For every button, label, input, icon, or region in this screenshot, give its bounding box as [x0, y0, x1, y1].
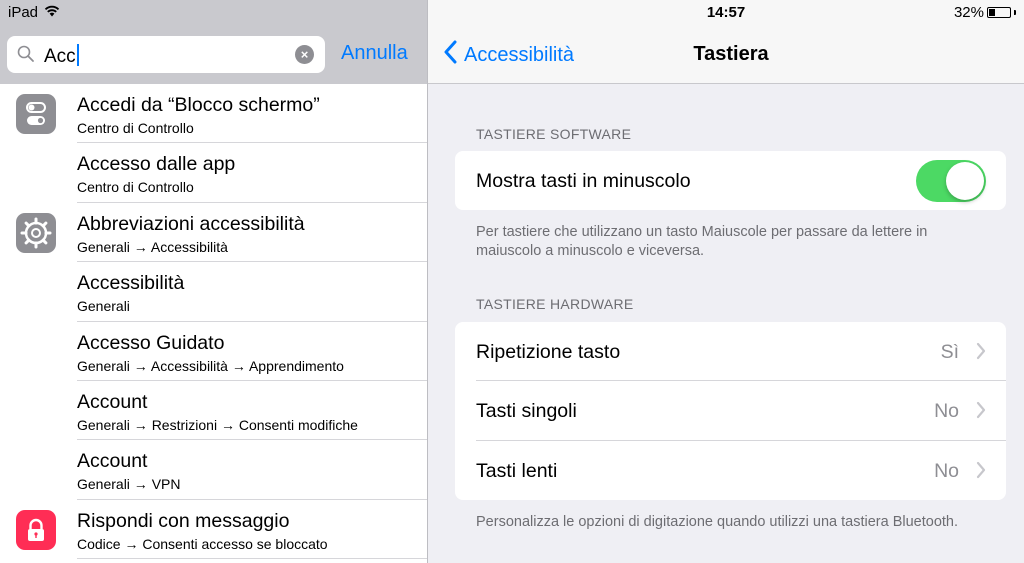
cell-label: Tasti lenti [476, 459, 558, 482]
section-header-software: TASTIERE SOFTWARE [476, 126, 632, 142]
result-row-2[interactable]: Accesso dalle app Centro di Controllo [0, 143, 427, 203]
search-input[interactable]: Acc [44, 46, 76, 67]
result-title: Accesso Guidato [77, 331, 225, 354]
cell-value: Sì [940, 341, 959, 363]
search-results-pane: iPad Acc × Annulla Accedi da “Blocco sch [0, 0, 427, 563]
text-caret [76, 44, 79, 66]
cell-value: No [934, 400, 959, 423]
cancel-button[interactable]: Annulla [341, 42, 408, 65]
result-row-4[interactable]: Accessibilità Generali [0, 262, 427, 322]
lowercase-keys-toggle[interactable] [916, 160, 986, 202]
battery-icon [987, 7, 1011, 18]
slow-keys-cell[interactable]: Tasti lenti No [455, 441, 1006, 500]
hardware-keyboard-group: Ripetizione tasto Sì Tasti singoli No Ta… [455, 322, 1006, 500]
clear-search-button[interactable]: × [295, 45, 314, 64]
result-title: Accessibilità [77, 272, 185, 295]
passcode-lock-icon [16, 509, 56, 550]
lowercase-keys-cell: Mostra tasti in minuscolo [455, 151, 1006, 210]
navigation-bar: 14:57 32% Accessibilità Tastiera [428, 0, 1024, 84]
chevron-right-icon [976, 401, 986, 424]
settings-gear-icon [16, 212, 56, 253]
control-center-icon [16, 94, 56, 134]
result-subtitle: Generali → Accessibilità → Apprendimento [77, 357, 344, 374]
chevron-right-icon [976, 342, 986, 365]
sticky-keys-cell[interactable]: Tasti singoli No [455, 381, 1006, 441]
status-time: 14:57 [706, 4, 746, 21]
result-row-6[interactable]: Account Generali → Restrizioni → Consent… [0, 381, 427, 441]
battery-indicator: 32% [954, 4, 1016, 21]
result-subtitle: Generali → Restrizioni → Consenti modifi… [77, 416, 358, 433]
status-bar-left: iPad [8, 4, 60, 21]
page-title: Tastiera [693, 43, 769, 65]
battery-percent: 32% [953, 4, 984, 21]
device-name: iPad [8, 4, 39, 21]
result-row-8[interactable]: Rispondi con messaggio Codice → Consenti… [0, 500, 427, 560]
search-field[interactable]: Acc × [7, 36, 325, 73]
settings-detail-pane: 14:57 32% Accessibilità Tastiera TASTIER… [428, 0, 1024, 563]
result-subtitle: Centro di Controllo [77, 179, 194, 196]
search-icon [17, 45, 35, 68]
result-row-7[interactable]: Account Generali → VPN [0, 440, 427, 500]
result-subtitle: Generali → VPN [77, 476, 181, 493]
result-subtitle: Centro di Controllo [77, 120, 194, 136]
cell-label: Mostra tasti in minuscolo [476, 170, 691, 192]
result-row-3[interactable]: Abbreviazioni accessibilità Generali → A… [0, 203, 427, 263]
result-title: Rispondi con messaggio [77, 509, 290, 532]
result-subtitle: Generali → Accessibilità [77, 238, 228, 255]
result-title: Accedi da “Blocco schermo” [77, 94, 320, 116]
result-title: Account [77, 450, 148, 473]
result-title: Abbreviazioni accessibilità [77, 212, 305, 235]
result-title: Accesso dalle app [77, 153, 236, 176]
chevron-right-icon [976, 461, 986, 484]
cell-label: Ripetizione tasto [476, 341, 621, 363]
cell-label: Tasti singoli [476, 400, 577, 423]
result-title: Account [77, 390, 148, 413]
result-subtitle: Generali [77, 298, 130, 315]
software-keyboard-group: Mostra tasti in minuscolo [455, 151, 1006, 210]
section-footer-hardware: Personalizza le opzioni di digitazione q… [476, 514, 959, 530]
section-header-hardware: TASTIERE HARDWARE [476, 296, 634, 312]
result-subtitle: Codice → Consenti accesso se bloccato [77, 535, 328, 552]
wifi-icon [44, 4, 60, 21]
result-row-5[interactable]: Accesso Guidato Generali → Accessibilità… [0, 322, 427, 381]
search-header: iPad Acc × Annulla [0, 0, 427, 84]
result-row-1[interactable]: Accedi da “Blocco schermo” Centro di Con… [0, 84, 427, 144]
cell-value: No [934, 459, 959, 482]
key-repeat-cell[interactable]: Ripetizione tasto Sì [455, 322, 1006, 382]
section-footer-software: Per tastiere che utilizzano un tasto Mai… [476, 224, 928, 259]
search-results-list: Accedi da “Blocco schermo” Centro di Con… [0, 84, 427, 560]
